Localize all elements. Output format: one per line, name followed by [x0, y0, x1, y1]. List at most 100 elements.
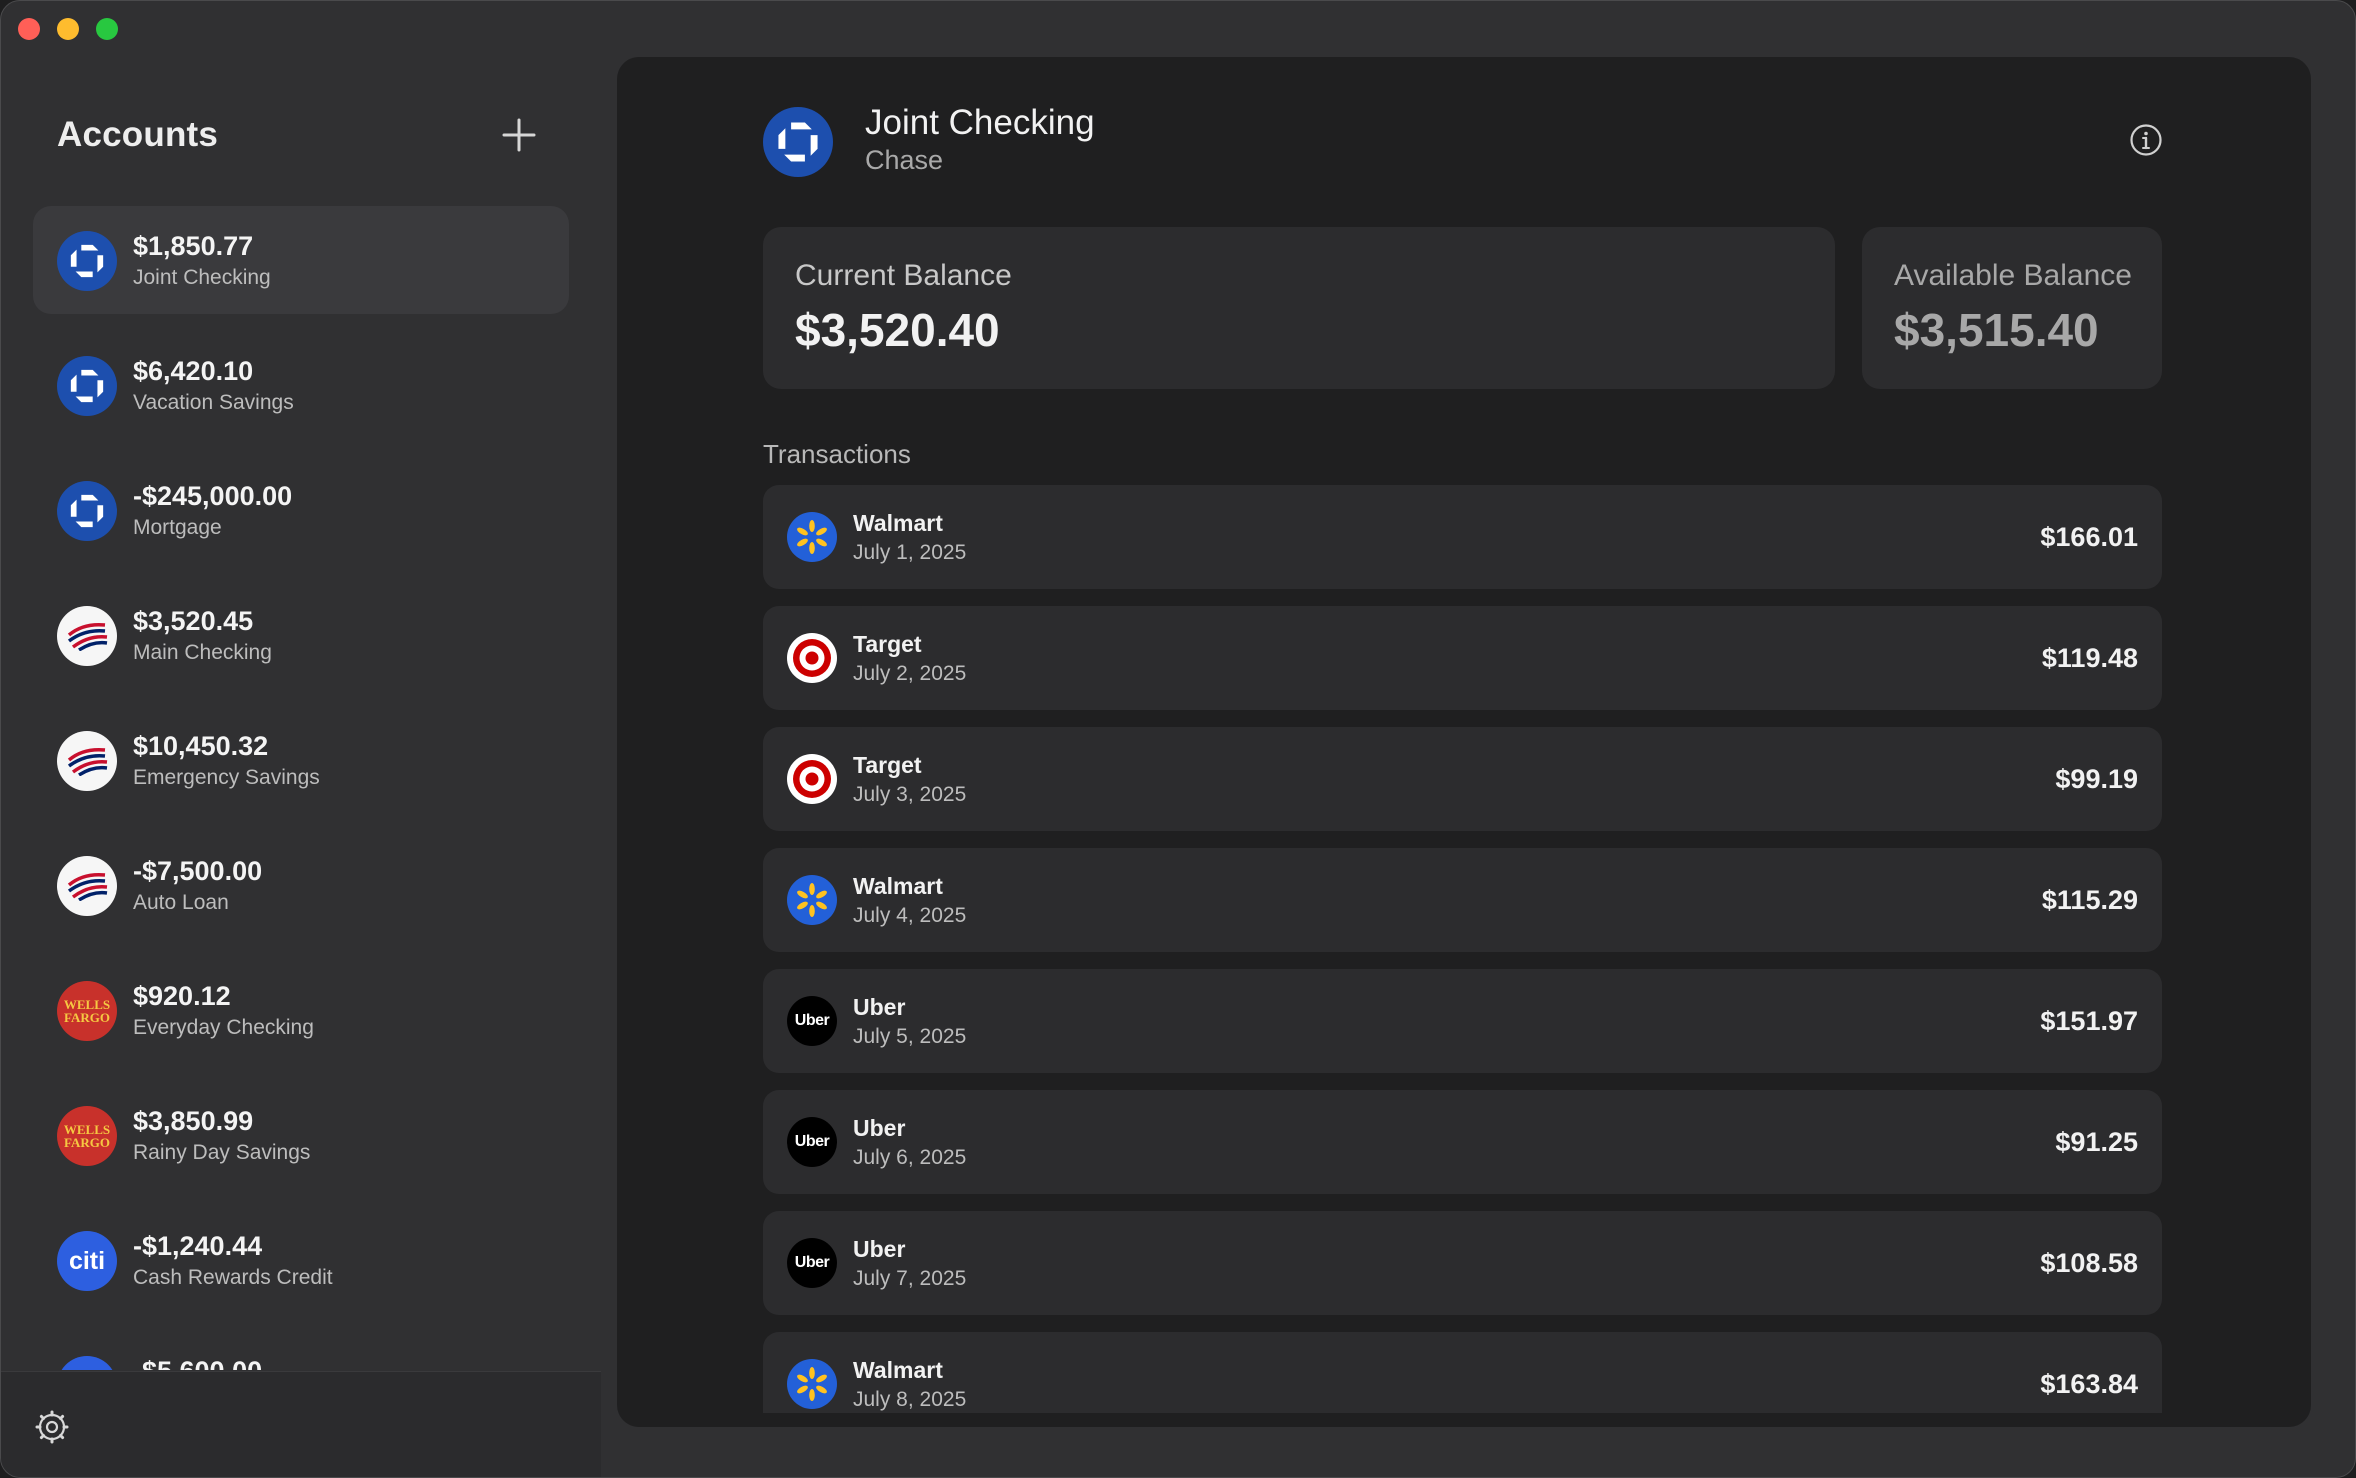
account-name: Vacation Savings [133, 391, 294, 414]
account-item[interactable]: $3,520.45 Main Checking [33, 581, 569, 689]
transaction-date: July 7, 2025 [853, 1267, 967, 1290]
account-name: Emergency Savings [133, 766, 320, 789]
account-item[interactable]: WELLS FARGO $3,850.99 Rainy Day Savings [33, 1081, 569, 1189]
target-bullseye-icon [788, 755, 836, 803]
info-icon [2130, 124, 2162, 156]
target-logo [787, 633, 837, 683]
transaction-date: July 4, 2025 [853, 904, 967, 927]
account-institution: Chase [865, 145, 944, 175]
transaction-row[interactable]: Target July 3, 2025 $99.19 [763, 727, 2162, 831]
uber-logo-text: Uber [794, 1254, 830, 1271]
account-name: Cash Rewards Credit [133, 1266, 333, 1289]
account-item[interactable]: -$245,000.00 Mortgage [33, 456, 569, 564]
chase-logo-icon [70, 494, 104, 528]
sidebar: Accounts $1,850.77 Joint Checking $6,420.1… [1, 1, 601, 1477]
wells-fargo-logo: WELLS FARGO [57, 1106, 117, 1166]
transaction-date: July 8, 2025 [853, 1388, 967, 1411]
uber-logo: Uber [787, 996, 837, 1046]
account-item[interactable]: $6,420.10 Vacation Savings [33, 331, 569, 439]
walmart-spark-icon [797, 1367, 827, 1401]
account-name: Everyday Checking [133, 1016, 314, 1039]
transaction-date: July 5, 2025 [853, 1025, 967, 1048]
account-balance: $6,420.10 [133, 356, 254, 386]
walmart-spark-icon [797, 520, 827, 554]
account-info-button[interactable] [2129, 123, 2163, 157]
available-balance-card: Available Balance $3,515.40 [1862, 227, 2162, 389]
bank-of-america-logo [57, 731, 117, 791]
account-item[interactable]: WELLS FARGO $920.12 Everyday Checking [33, 956, 569, 1064]
account-name: Auto Loan [133, 891, 229, 914]
bank-of-america-logo-icon [67, 747, 108, 776]
transaction-amount: $99.19 [2055, 764, 2138, 794]
transaction-amount: $163.84 [2040, 1369, 2138, 1399]
available-balance-value: $3,515.40 [1894, 304, 2099, 356]
chase-logo [57, 481, 117, 541]
sidebar-footer [1, 1371, 601, 1477]
walmart-logo [787, 512, 837, 562]
wells-fargo-logo-text: FARGO [64, 1010, 110, 1025]
transaction-merchant: Walmart [853, 1357, 943, 1383]
target-bullseye-icon [788, 634, 836, 682]
gear-icon [35, 1410, 69, 1444]
bank-of-america-logo-icon [67, 872, 108, 901]
account-item[interactable]: citi -$5,600.00 [33, 1331, 569, 1370]
current-balance-card: Current Balance $3,520.40 [763, 227, 1835, 389]
transaction-list: Walmart July 1, 2025 $166.01 Target July 2, … [763, 485, 2162, 1413]
transaction-amount: $115.29 [2041, 885, 2138, 915]
account-balance: $1,850.77 [133, 231, 254, 261]
sidebar-title: Accounts [57, 115, 219, 154]
settings-button[interactable] [35, 1410, 69, 1444]
account-item[interactable]: $1,850.77 Joint Checking [33, 206, 569, 314]
account-item[interactable]: citi -$1,240.44 Cash Rewards Credit [33, 1206, 569, 1314]
uber-logo: Uber [787, 1238, 837, 1288]
citi-logo-text: citi [68, 1246, 106, 1275]
account-name: Main Checking [133, 641, 272, 664]
add-account-button[interactable] [501, 117, 537, 153]
account-balance: -$1,240.44 [133, 1231, 263, 1261]
chase-logo [57, 356, 117, 416]
transactions-heading: Transactions [763, 439, 911, 469]
transaction-date: July 1, 2025 [853, 541, 967, 564]
account-balance: $3,850.99 [133, 1106, 254, 1136]
account-item[interactable]: $10,450.32 Emergency Savings [33, 706, 569, 814]
chase-logo-icon [70, 369, 104, 403]
available-balance-label: Available Balance [1894, 259, 2132, 292]
account-balance: -$245,000.00 [133, 481, 293, 511]
account-list: $1,850.77 Joint Checking $6,420.10 Vacation… [33, 206, 569, 1370]
transaction-row[interactable]: Walmart July 8, 2025 $163.84 [763, 1332, 2162, 1413]
wells-fargo-logo: WELLS FARGO [57, 981, 117, 1041]
chase-logo-icon [778, 122, 818, 162]
transaction-merchant: Walmart [853, 510, 943, 536]
transaction-row[interactable]: Uber Uber July 6, 2025 $91.25 [763, 1090, 2162, 1194]
transaction-merchant: Target [853, 631, 922, 657]
current-balance-value: $3,520.40 [795, 304, 1000, 356]
transaction-row[interactable]: Target July 2, 2025 $119.48 [763, 606, 2162, 710]
chase-logo [763, 107, 833, 177]
walmart-spark-icon [797, 883, 827, 917]
account-item[interactable]: -$7,500.00 Auto Loan [33, 831, 569, 939]
citi-logo: citi [57, 1356, 117, 1370]
transaction-row[interactable]: Walmart July 4, 2025 $115.29 [763, 848, 2162, 952]
current-balance-label: Current Balance [795, 259, 1012, 292]
transaction-row[interactable]: Uber Uber July 7, 2025 $108.58 [763, 1211, 2162, 1315]
chase-logo [57, 231, 117, 291]
uber-logo-text: Uber [794, 1133, 830, 1150]
transaction-date: July 2, 2025 [853, 662, 967, 685]
transaction-row[interactable]: Walmart July 1, 2025 $166.01 [763, 485, 2162, 589]
account-title: Joint Checking [865, 103, 1095, 142]
account-balance: $3,520.45 [133, 606, 254, 636]
bank-of-america-logo [57, 606, 117, 666]
bank-of-america-logo-icon [67, 622, 108, 651]
app-window: Accounts $1,850.77 Joint Checking $6,420.1… [0, 0, 2356, 1478]
account-balance: -$5,600.00 [133, 1356, 262, 1370]
transaction-amount: $166.01 [2040, 522, 2138, 552]
transaction-row[interactable]: Uber Uber July 5, 2025 $151.97 [763, 969, 2162, 1073]
account-name: Mortgage [133, 516, 222, 539]
uber-logo-text: Uber [794, 1012, 830, 1029]
wells-fargo-logo-text: FARGO [64, 1135, 110, 1150]
account-balance: $10,450.32 [133, 731, 269, 761]
account-detail-panel: Joint Checking Chase Current Balance $3,… [617, 57, 2311, 1427]
account-name: Joint Checking [133, 266, 271, 289]
transaction-amount: $108.58 [2040, 1248, 2138, 1278]
uber-logo: Uber [787, 1117, 837, 1167]
